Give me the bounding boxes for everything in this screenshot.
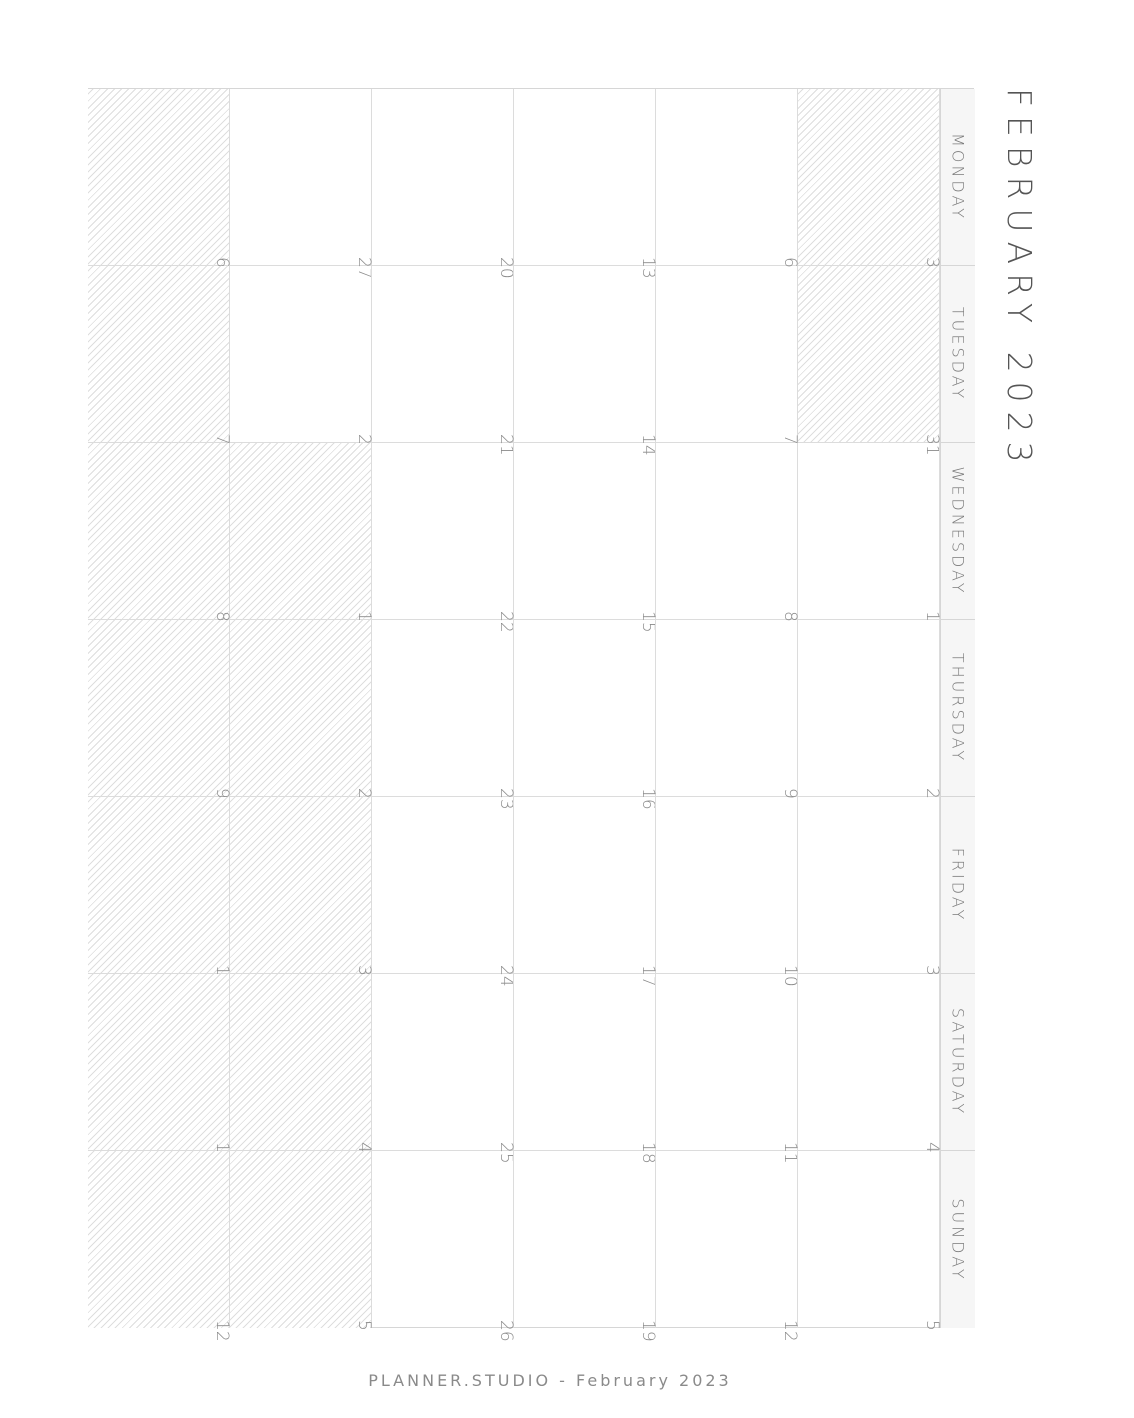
day-cell[interactable]: 10 (656, 797, 800, 987)
day-cell[interactable]: 17 (514, 797, 658, 987)
month-grid: MONDAY TUESDAY WEDNESDAY THURSDAY FRIDAY SATU… (88, 88, 975, 1342)
weekday-label: THURSDAY (948, 652, 968, 764)
weekday-header-thursday: THURSDAY (940, 620, 975, 797)
weekday-label: MONDAY (948, 133, 968, 221)
day-cell-outside-month[interactable]: 6 (88, 89, 232, 268)
weekday-label: FRIDAY (948, 847, 968, 923)
day-cell-outside-month[interactable]: 30 (798, 89, 942, 279)
weekday-header-tuesday: TUESDAY (940, 266, 975, 443)
day-cell-outside-month[interactable]: 5 (230, 1151, 374, 1331)
day-cell-outside-month[interactable]: 11 (88, 974, 232, 1164)
day-cell[interactable]: 20 (372, 89, 516, 279)
day-cell[interactable]: 13 (514, 89, 658, 279)
day-cell[interactable]: 21 (372, 266, 516, 456)
day-cell-outside-month[interactable]: 2 (230, 620, 374, 799)
day-number: 12 (212, 1320, 232, 1342)
weekday-header-saturday: SATURDAY (940, 974, 975, 1151)
day-cell-outside-month[interactable]: 7 (88, 266, 232, 445)
day-cell-outside-month[interactable]: 8 (88, 443, 232, 622)
day-number: 5 (354, 1320, 374, 1331)
day-cell-outside-month[interactable]: 9 (88, 620, 232, 799)
day-cell-outside-month[interactable]: 10 (88, 797, 232, 987)
footer-text: PLANNER.STUDIO - February 2023 (368, 1371, 732, 1390)
day-cell[interactable]: 27 (230, 89, 374, 279)
day-cell[interactable]: 8 (656, 443, 800, 622)
day-cell-outside-month[interactable]: 31 (798, 266, 942, 456)
day-cell[interactable]: 15 (514, 443, 658, 633)
day-cell-outside-month[interactable]: 3 (230, 797, 374, 976)
day-cell[interactable]: 6 (656, 89, 800, 268)
day-cell[interactable]: 11 (656, 974, 800, 1164)
day-cell[interactable]: 12 (656, 1151, 800, 1342)
day-number: 19 (638, 1320, 658, 1342)
day-number: 12 (780, 1320, 800, 1342)
day-cell-outside-month[interactable]: 4 (230, 974, 374, 1153)
day-cell[interactable]: 9 (656, 620, 800, 799)
day-cell[interactable]: 24 (372, 797, 516, 987)
day-cell[interactable]: 28 (230, 266, 374, 456)
day-cell[interactable]: 22 (372, 443, 516, 633)
day-cell[interactable]: 7 (656, 266, 800, 445)
weekday-header-monday: MONDAY (940, 89, 975, 266)
weekday-header-sunday: SUNDAY (940, 1151, 975, 1328)
day-number: 26 (496, 1320, 516, 1342)
day-cell[interactable]: 23 (372, 620, 516, 810)
day-cell[interactable]: 26 (372, 1151, 516, 1342)
weekday-label: SUNDAY (948, 1197, 968, 1282)
day-cell-outside-month[interactable]: 1 (230, 443, 374, 622)
day-cell[interactable]: 14 (514, 266, 658, 456)
day-cell[interactable]: 16 (514, 620, 658, 810)
day-cell[interactable]: 3 (798, 797, 942, 976)
day-cell[interactable]: 4 (798, 974, 942, 1153)
calendar-page: FEBRUARY 2023 MONDAY TUESDAY WEDNESDAY THUR… (0, 0, 1134, 1418)
weekday-label: TUESDAY (948, 306, 968, 402)
day-cell[interactable]: 18 (514, 974, 658, 1164)
day-cell-outside-month[interactable]: 12 (88, 1151, 232, 1342)
day-cell[interactable]: 25 (372, 974, 516, 1164)
weekday-header-friday: FRIDAY (940, 797, 975, 974)
day-cell[interactable]: 19 (514, 1151, 658, 1342)
weekday-label: SATURDAY (948, 1007, 968, 1117)
day-number: 5 (922, 1320, 942, 1331)
day-cell[interactable]: 1 (798, 443, 942, 622)
weekday-label: WEDNESDAY (948, 466, 968, 596)
page-title: FEBRUARY 2023 (1000, 88, 1039, 472)
day-cell[interactable]: 2 (798, 620, 942, 799)
weekday-header-wednesday: WEDNESDAY (940, 443, 975, 620)
day-cell[interactable]: 5 (798, 1151, 942, 1331)
